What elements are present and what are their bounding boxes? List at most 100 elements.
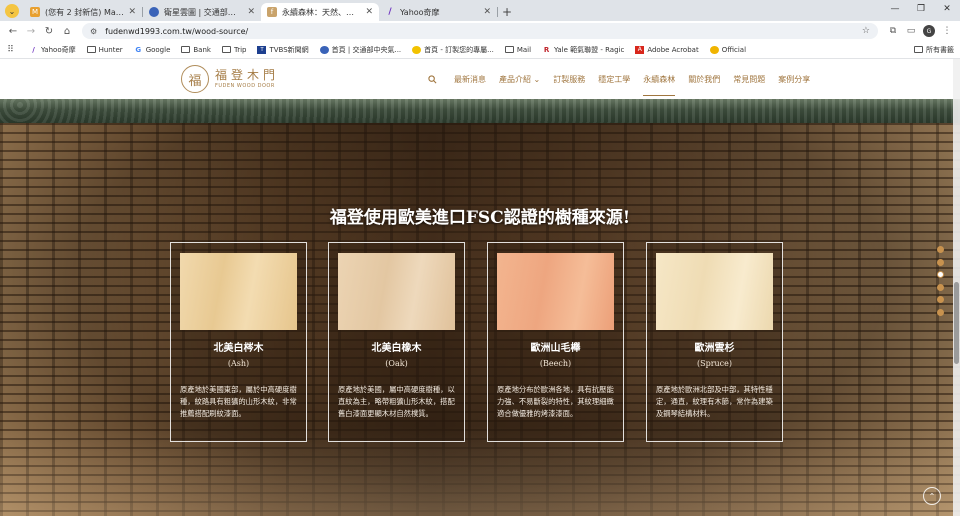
adobe-icon: A [635,45,645,54]
close-icon[interactable]: ✕ [247,7,255,17]
folder-icon [181,46,191,53]
scrollbar-thumb[interactable] [954,282,959,364]
apps-grid-icon[interactable]: ⠿ [6,45,18,55]
mail-favicon-icon: M [30,7,40,17]
url-text: fudenwd1993.com.tw/wood-source/ [105,26,249,36]
pager-dot-active[interactable] [937,271,944,278]
wood-card-spruce: 歐洲雲杉 (Spruce) 原產地於歐洲北部及中部，其特性穩定，通直，紋理有木節… [646,242,783,442]
bookmark-adobe[interactable]: A Adobe Acrobat [635,45,699,54]
tab-title: Yahoo奇摩 [400,7,440,17]
browser-tab-yahoo[interactable]: / Yahoo奇摩 ✕ [379,3,497,21]
profile-avatar[interactable]: G [920,22,938,40]
bookmark-label: Official [721,45,747,54]
bookmark-official[interactable]: Official [709,45,747,54]
home-icon[interactable]: ⌂ [58,22,76,40]
bookmark-label: Hunter [98,45,123,54]
bookmark-ragic[interactable]: R Yale 範氣聯盟 - Ragic [542,45,625,55]
folder-icon [914,46,923,53]
tab-title: 衛星雲圖 | 交通部中央氣象署 [164,7,244,17]
bookmark-cwa[interactable]: 首頁 | 交通部中央氣... [319,45,401,55]
bookmark-custom[interactable]: 首頁 - 訂製您的專屬... [412,45,494,55]
all-bookmarks[interactable]: 所有書籤 [914,45,954,55]
reload-icon[interactable]: ↻ [40,22,58,40]
extensions-icon[interactable]: ⧉ [884,22,902,40]
minimize-icon[interactable]: — [882,0,908,18]
pin-icon [412,45,422,54]
browser-tab-weather[interactable]: 衛星雲圖 | 交通部中央氣象署 ✕ [143,3,261,21]
browser-tab-wood-source[interactable]: f 永續森林：天然、永續、環保 | ✕ [261,3,379,21]
pager-dot[interactable] [937,258,944,266]
nav-stability[interactable]: 穩定工學 [598,59,630,99]
wood-description: 原產地於美國東部，屬於中高硬度樹種，紋路具有粗獷的山形木紋，非常推薦搭配刷紋漆面… [180,385,297,418]
bookmark-label: Trip [233,45,247,54]
chevron-down-icon: ⌄ [5,4,19,18]
folder-icon [221,46,231,53]
yahoo-favicon-icon: / [388,7,392,17]
pager-dot[interactable] [937,283,944,291]
bookmarks-bar: ⠿ / Yahoo奇摩 Hunter G Google Bank Trip T … [0,41,960,59]
cwa-favicon-icon [149,7,159,17]
wood-description: 原產地於美國，屬中高硬度樹種，以直紋為主，略帶粗獷山形木紋，搭配舊白漆面更顯木材… [338,385,455,418]
wood-name: 歐洲山毛櫸 [530,343,581,354]
pager-dot[interactable] [937,246,944,253]
close-icon[interactable]: ✕ [365,7,373,17]
wood-swatch-image [656,253,773,330]
site-header: 福 福登木門 FUDEN WOOD DOOR 最新消息 產品介紹 ⌄ 訂製服務 … [0,59,960,99]
chevron-up-icon: ⌃ [928,491,936,501]
yahoo-icon: / [32,45,35,54]
wood-english-name: (Oak) [385,359,408,368]
close-window-icon[interactable]: ✕ [934,0,960,18]
profile-initial: G [923,25,935,37]
folder-icon [504,46,514,53]
tab-title: 永續森林：天然、永續、環保 | [282,7,362,17]
browser-tab-mail[interactable]: M (您有 2 封新信) MailCloud電子 ✕ [24,3,142,21]
nav-news[interactable]: 最新消息 [454,59,486,99]
logo-english-name: FUDEN WOOD DOOR [215,83,275,89]
nav-custom-order[interactable]: 訂製服務 [553,59,585,99]
wood-card-ash: 北美白梣木 (Ash) 原產地於美國東部，屬於中高硬度樹種，紋路具有粗獷的山形木… [170,242,307,442]
bookmark-label: 首頁 - 訂製您的專屬... [424,45,494,54]
bookmark-bank[interactable]: Bank [181,46,211,54]
bookmark-label: Mail [516,45,532,54]
bookmark-label: Google [145,45,171,54]
wood-swatch-image [497,253,614,330]
search-icon[interactable] [428,74,440,84]
bookmark-mail[interactable]: Mail [504,45,532,54]
nav-sustainable-forest[interactable]: 永續森林 [643,59,676,99]
nav-cases[interactable]: 案例分享 [778,59,810,99]
close-icon[interactable]: ✕ [128,7,136,17]
new-tab-button[interactable]: + [498,3,516,21]
main-nav: 最新消息 產品介紹 ⌄ 訂製服務 穩定工學 永續森林 關於我們 常見問題 案例分… [428,59,823,99]
wood-card-oak: 北美白橡木 (Oak) 原產地於美國，屬中高硬度樹種，以直紋為主，略帶粗獷山形木… [328,242,465,442]
bookmark-tvbs[interactable]: T TVBS新聞網 [257,45,309,55]
sidepanel-icon[interactable]: ▭ [902,22,920,40]
restore-icon[interactable]: ❐ [908,0,934,18]
bookmark-star-icon[interactable]: ☆ [862,26,870,36]
fuden-favicon-icon: f [267,7,277,17]
tab-search-button[interactable]: ⌄ [2,2,22,20]
nav-about[interactable]: 關於我們 [688,59,720,99]
logo-chinese-name: 福登木門 [215,68,280,82]
nav-products[interactable]: 產品介紹 ⌄ [499,59,540,99]
google-icon: G [135,45,142,54]
bookmark-hunter[interactable]: Hunter [86,45,123,54]
cwa-icon [319,45,329,54]
address-bar[interactable]: ⚙ fudenwd1993.com.tw/wood-source/ ☆ [82,23,878,39]
site-info-icon[interactable]: ⚙ [90,27,97,36]
close-icon[interactable]: ✕ [483,7,491,17]
bookmark-label: TVBS新聞網 [269,45,309,54]
wood-english-name: (Ash) [227,359,250,368]
site-logo[interactable]: 福 福登木門 FUDEN WOOD DOOR [181,65,279,93]
nav-faq[interactable]: 常見問題 [733,59,765,99]
page-scrollbar[interactable] [953,59,960,516]
bookmark-google[interactable]: G Google [134,45,171,54]
pager-dot[interactable] [937,308,944,316]
forward-arrow-icon[interactable]: → [22,22,40,40]
wood-swatch-image [338,253,455,330]
more-menu-icon[interactable]: ⋮ [938,22,956,40]
back-to-top-button[interactable]: ⌃ [923,487,941,505]
back-arrow-icon[interactable]: ← [4,22,22,40]
bookmark-yahoo[interactable]: / Yahoo奇摩 [29,45,75,55]
pager-dot[interactable] [937,296,944,303]
bookmark-trip[interactable]: Trip [221,45,247,54]
